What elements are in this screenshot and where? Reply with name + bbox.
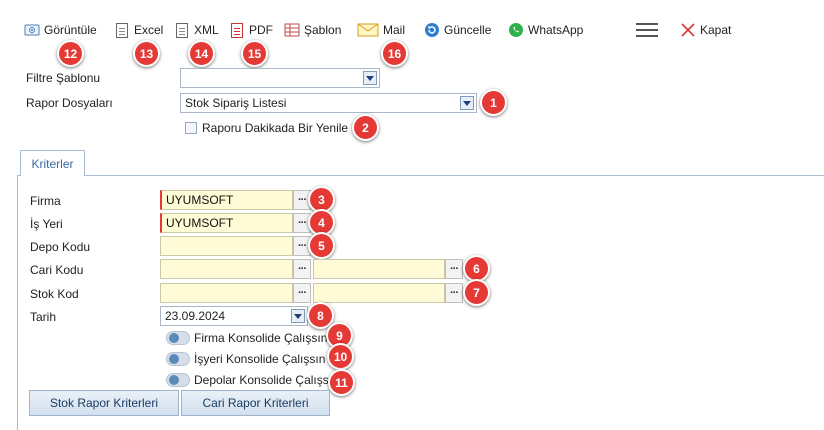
isyeri-label: İş Yeri (30, 217, 63, 231)
tarih-date-picker[interactable]: 23.09.2024 (160, 306, 308, 326)
chevron-down-icon[interactable] (291, 309, 305, 323)
stock-criteria-button[interactable]: Stok Rapor Kriterleri (29, 390, 179, 416)
depo-consolidate-label: Depolar Konsolide Çalışsın (194, 373, 339, 387)
isyeri-input[interactable]: UYUMSOFT (160, 213, 293, 233)
badge-2: 2 (352, 114, 379, 141)
cari-from-lookup-button[interactable]: ··· (293, 259, 311, 279)
whatsapp-label: WhatsApp (528, 23, 584, 37)
depo-label: Depo Kodu (30, 240, 91, 254)
excel-label: Excel (134, 23, 164, 37)
tab-criteria[interactable]: Kriterler (20, 150, 85, 176)
view-button[interactable]: Görüntüle (24, 20, 97, 40)
firma-consolidate-label: Firma Konsolide Çalışsın (194, 331, 328, 345)
template-grid-icon (284, 22, 300, 38)
envelope-icon (357, 22, 379, 38)
xml-file-icon (176, 22, 188, 38)
chevron-down-icon[interactable] (363, 71, 377, 85)
stok-label: Stok Kod (30, 287, 79, 301)
hamburger-menu-icon[interactable] (636, 23, 658, 37)
close-icon (680, 22, 696, 38)
view-label: Görüntüle (44, 23, 97, 37)
cari-to-lookup-button[interactable]: ··· (445, 259, 463, 279)
template-button[interactable]: Şablon (284, 20, 341, 40)
depo-input[interactable] (160, 236, 293, 256)
isyeri-consolidate-label: İşyeri Konsolide Çalışsın (194, 352, 326, 366)
close-label: Kapat (700, 23, 732, 37)
badge-7: 7 (463, 279, 490, 306)
report-files-value: Stok Sipariş Listesi (185, 96, 287, 110)
template-label: Şablon (304, 23, 342, 37)
badge-14: 14 (188, 40, 215, 67)
stok-from-lookup-button[interactable]: ··· (293, 283, 311, 303)
xml-label: XML (194, 23, 219, 37)
excel-button[interactable]: Excel (114, 20, 163, 40)
badge-6: 6 (463, 255, 490, 282)
report-files-select[interactable]: Stok Sipariş Listesi (180, 93, 477, 113)
firma-label: Firma (30, 194, 61, 208)
close-button[interactable]: Kapat (680, 20, 731, 40)
pdf-file-icon (231, 22, 243, 38)
stok-to-lookup-button[interactable]: ··· (445, 283, 463, 303)
account-criteria-button[interactable]: Cari Rapor Kriterleri (181, 390, 330, 416)
tarih-value: 23.09.2024 (165, 309, 226, 323)
monitor-view-icon (24, 22, 40, 38)
firma-consolidate-toggle[interactable] (166, 331, 190, 345)
pdf-button[interactable]: PDF (229, 20, 273, 40)
refresh-label: Güncelle (444, 23, 492, 37)
cari-label: Cari Kodu (30, 263, 84, 277)
mail-label: Mail (383, 23, 406, 37)
refresh-minute-label: Raporu Dakikada Bir Yenile (202, 121, 349, 135)
refresh-minute-checkbox[interactable] (185, 122, 197, 134)
tarih-label: Tarih (30, 310, 57, 324)
filter-template-select[interactable] (180, 68, 380, 88)
badge-16: 16 (381, 40, 408, 67)
badge-5: 5 (308, 232, 335, 259)
xml-button[interactable]: XML (174, 20, 219, 40)
badge-10: 10 (327, 343, 354, 370)
chevron-down-icon[interactable] (460, 96, 474, 110)
badge-1: 1 (480, 89, 507, 116)
cari-to-input[interactable] (313, 259, 445, 279)
stok-from-input[interactable] (160, 283, 293, 303)
depo-consolidate-toggle[interactable] (166, 373, 190, 387)
badge-15: 15 (241, 40, 268, 67)
stok-to-input[interactable] (313, 283, 445, 303)
filter-template-label: Filtre Şablonu (26, 71, 101, 85)
mail-button[interactable]: Mail (357, 20, 405, 40)
firma-input[interactable]: UYUMSOFT (160, 190, 293, 210)
excel-file-icon (116, 22, 128, 38)
report-files-label: Rapor Dosyaları (26, 96, 113, 110)
isyeri-consolidate-toggle[interactable] (166, 352, 190, 366)
badge-13: 13 (133, 40, 160, 67)
whatsapp-icon (508, 22, 524, 38)
refresh-button[interactable]: Güncelle (424, 20, 491, 40)
badge-11: 11 (328, 369, 355, 396)
badge-12: 12 (57, 40, 84, 67)
whatsapp-button[interactable]: WhatsApp (508, 20, 583, 40)
refresh-icon (424, 22, 440, 38)
cari-from-input[interactable] (160, 259, 293, 279)
pdf-label: PDF (249, 23, 273, 37)
